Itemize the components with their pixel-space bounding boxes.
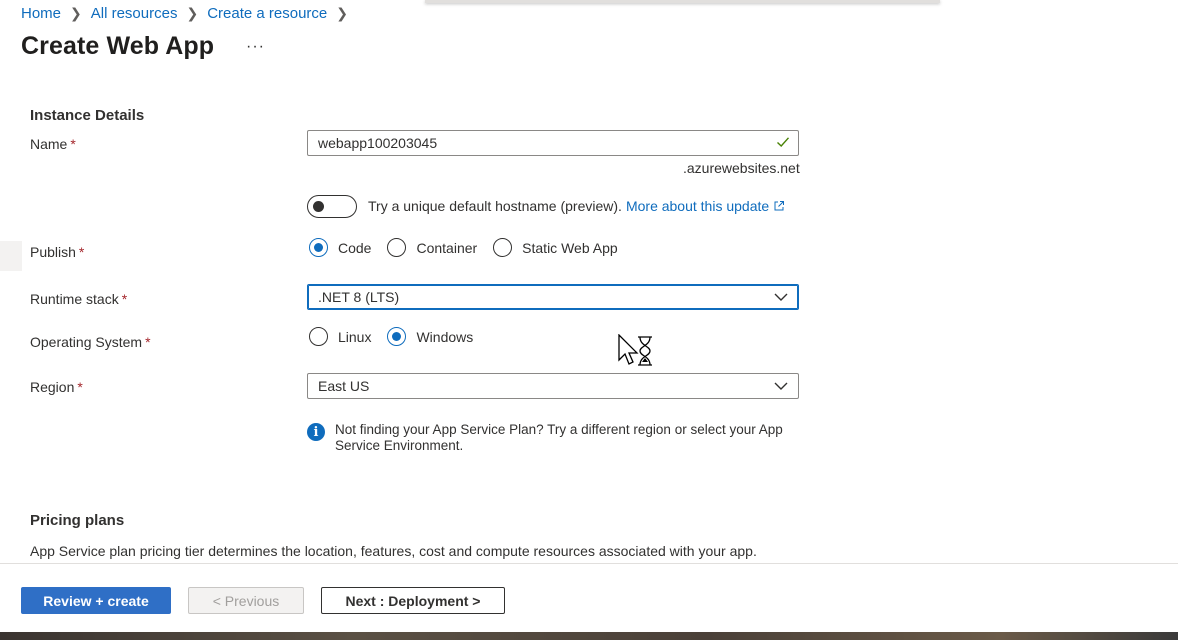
runtime-stack-label: Runtime stack *	[30, 291, 127, 307]
instance-details-heading: Instance Details	[30, 107, 145, 124]
name-input-value: webapp100203045	[318, 135, 438, 151]
publish-radio-group: Code Container Static Web App	[309, 238, 628, 257]
name-label-text: Name	[30, 136, 68, 152]
runtime-stack-value: .NET 8 (LTS)	[318, 289, 400, 305]
valid-check-icon	[777, 137, 790, 148]
radio-selected-icon	[309, 238, 328, 257]
publish-code-label: Code	[338, 239, 372, 256]
chevron-down-icon	[774, 293, 788, 301]
required-marker: *	[121, 291, 128, 307]
runtime-stack-label-text: Runtime stack	[30, 291, 119, 307]
page-title: Create Web App	[21, 32, 215, 60]
required-marker: *	[145, 334, 151, 350]
publish-static-label: Static Web App	[522, 239, 618, 256]
publish-code-radio[interactable]: Code	[309, 238, 371, 257]
os-linux-label: Linux	[338, 328, 372, 345]
required-marker: *	[70, 136, 76, 152]
operating-system-label: Operating System *	[30, 334, 151, 350]
os-linux-radio[interactable]: Linux	[309, 327, 371, 346]
radio-empty-icon	[493, 238, 513, 257]
toggle-knob	[313, 201, 324, 212]
previous-button[interactable]: < Previous	[188, 587, 304, 614]
required-marker: *	[78, 244, 85, 260]
region-label: Region *	[30, 379, 83, 395]
breadcrumb-all-resources[interactable]: All resources	[91, 5, 178, 22]
unique-hostname-label: Try a unique default hostname (preview).	[368, 198, 622, 214]
footer-bar: Review + create < Previous Next : Deploy…	[0, 563, 1178, 640]
region-label-text: Region	[30, 379, 75, 395]
os-windows-label: Windows	[416, 328, 474, 345]
os-windows-radio[interactable]: Windows	[387, 327, 473, 346]
review-create-button[interactable]: Review + create	[21, 587, 171, 614]
chevron-down-icon	[774, 382, 788, 390]
external-link-icon[interactable]	[773, 200, 785, 212]
region-value: East US	[318, 378, 370, 394]
unique-hostname-toggle[interactable]	[307, 195, 357, 218]
next-deployment-button[interactable]: Next : Deployment >	[321, 587, 505, 614]
operating-system-label-text: Operating System	[30, 334, 143, 350]
runtime-stack-dropdown[interactable]: .NET 8 (LTS)	[307, 284, 799, 310]
desktop-background-strip	[0, 632, 1178, 640]
busy-cursor-icon	[618, 334, 652, 366]
radio-empty-icon	[387, 238, 407, 257]
region-dropdown[interactable]: East US	[307, 373, 799, 399]
radio-empty-icon	[309, 327, 328, 346]
more-about-update-link[interactable]: More about this update	[626, 198, 769, 214]
breadcrumb-create-resource[interactable]: Create a resource	[207, 5, 327, 22]
overlay-edge	[425, 0, 940, 3]
region-info-text: Not finding your App Service Plan? Try a…	[335, 422, 783, 453]
region-info-message: i Not finding your App Service Plan? Try…	[307, 422, 795, 454]
publish-static-web-app-radio[interactable]: Static Web App	[493, 238, 618, 257]
radio-selected-icon	[387, 327, 407, 346]
chevron-right-icon: ❯	[186, 4, 199, 21]
publish-label: Publish *	[30, 244, 84, 260]
publish-label-text: Publish	[30, 244, 76, 260]
chevron-right-icon: ❯	[70, 4, 82, 21]
publish-container-label: Container	[416, 239, 478, 256]
name-label: Name *	[30, 136, 76, 152]
more-options-button[interactable]: ···	[246, 38, 265, 56]
breadcrumb: Home ❯ All resources ❯ Create a resource…	[21, 4, 357, 22]
pricing-plans-heading: Pricing plans	[30, 512, 125, 529]
pricing-description: App Service plan pricing tier determines…	[30, 543, 757, 559]
publish-container-radio[interactable]: Container	[387, 238, 477, 257]
chevron-right-icon: ❯	[336, 4, 348, 21]
info-icon: i	[307, 423, 325, 441]
unique-hostname-text: Try a unique default hostname (preview).…	[368, 198, 785, 214]
domain-suffix: .azurewebsites.net	[683, 160, 800, 176]
operating-system-radio-group: Linux Windows	[309, 327, 483, 346]
required-marker: *	[77, 379, 83, 395]
name-input[interactable]: webapp100203045	[307, 130, 799, 156]
left-panel-edge	[0, 241, 22, 271]
breadcrumb-home[interactable]: Home	[21, 5, 61, 22]
